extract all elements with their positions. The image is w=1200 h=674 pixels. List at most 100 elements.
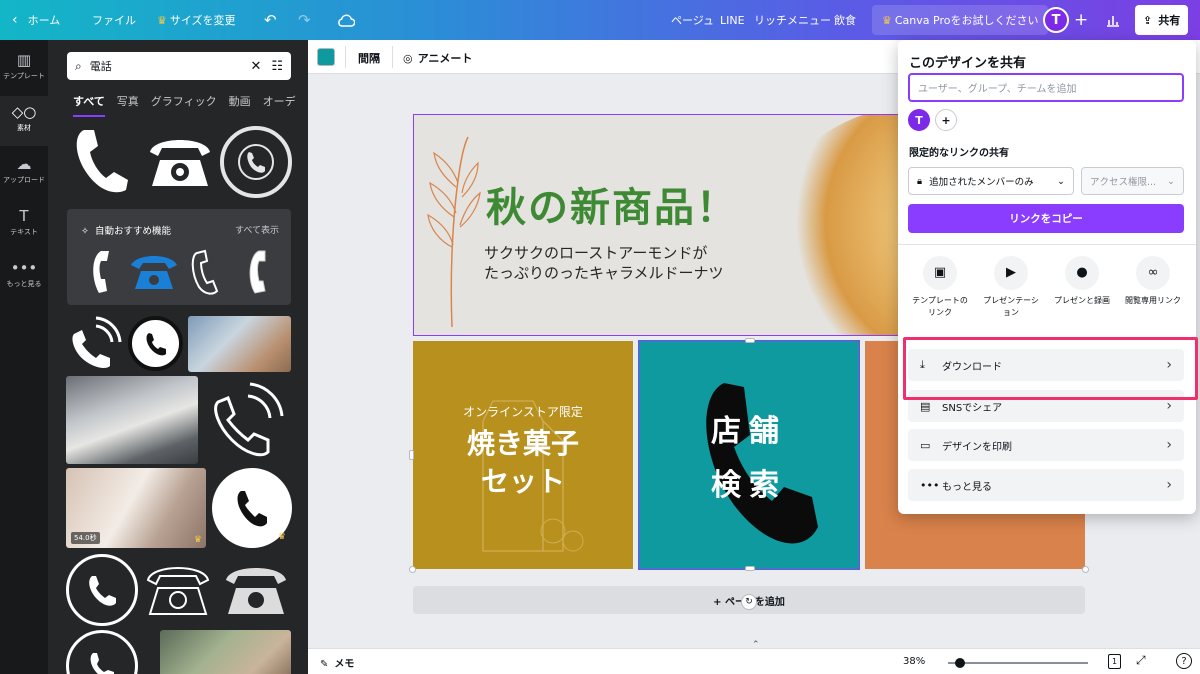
copy-link-button[interactable]: リンクをコピー xyxy=(908,204,1184,233)
rotate-icon[interactable]: ↻ xyxy=(741,594,757,610)
chevron-right-icon: › xyxy=(1166,477,1172,493)
toolbar-divider xyxy=(392,46,393,68)
file-menu-button[interactable]: ファイル xyxy=(92,0,136,40)
help-icon[interactable]: ? xyxy=(1176,653,1192,669)
photo-woman-calling[interactable] xyxy=(160,630,291,674)
undo-icon[interactable]: ↶ xyxy=(264,0,277,40)
graphic-phone-circle-partial[interactable] xyxy=(66,630,138,674)
toolbar-divider xyxy=(345,46,346,68)
title-rich-menu[interactable]: リッチメニュー xyxy=(754,0,831,40)
tile-sweets-set[interactable]: オンラインストア限定 焼き菓子 セット xyxy=(413,341,633,569)
chevron-right-icon: › xyxy=(1166,437,1172,453)
resize-handle[interactable] xyxy=(745,338,755,343)
add-collaborator-icon[interactable]: + xyxy=(935,109,957,131)
title-food[interactable]: 飲食 xyxy=(834,0,856,40)
access-level-select[interactable]: アクセス権限... ⌄ xyxy=(1081,167,1184,195)
insights-icon[interactable] xyxy=(1106,0,1120,40)
graphic-phone-circle-black[interactable] xyxy=(128,316,183,371)
headline-text[interactable]: 秋の新商品！ xyxy=(486,175,738,233)
share-option-view-link[interactable]: ∞ 閲覧専用リンク xyxy=(1117,256,1189,307)
tile-store-search[interactable]: 店舗 検索 xyxy=(638,340,860,570)
top-bar: ‹ ホーム ファイル ♛ サイズを変更 ↶ ↷ ページュ LINE リッチメニュ… xyxy=(0,0,1200,40)
tile-sweets-title[interactable]: 焼き菓子 セット xyxy=(413,425,633,501)
tab-audio[interactable]: オーデ xyxy=(263,93,296,117)
lock-icon: 🔒︎ xyxy=(917,175,923,187)
graphic-phone-handset[interactable] xyxy=(70,124,136,198)
filter-icon[interactable]: ☷ xyxy=(271,59,283,74)
share-button[interactable]: ⇪ 共有 xyxy=(1135,5,1189,35)
search-input[interactable]: ⌕ 電話 ✕ ☷ xyxy=(67,52,291,80)
search-icon: ⌕ xyxy=(75,58,82,73)
resize-handle[interactable] xyxy=(409,566,416,573)
link-scope-select[interactable]: 🔒︎ 追加されたメンバーのみ ⌄ xyxy=(908,167,1074,195)
zoom-slider-handle[interactable] xyxy=(954,658,965,668)
tab-video[interactable]: 動画 xyxy=(229,93,251,117)
zoom-level[interactable]: 38% xyxy=(903,656,925,667)
collaborator-avatar[interactable]: T xyxy=(908,109,930,131)
print-row[interactable]: ▭ デザインを印刷 › xyxy=(908,429,1184,461)
suggest-handset-side[interactable] xyxy=(243,249,267,298)
animate-button[interactable]: ◎ アニメート xyxy=(403,50,472,66)
more-icon: ••• xyxy=(10,259,38,277)
memo-button[interactable]: ✎ メモ xyxy=(320,655,354,670)
text-icon: T xyxy=(19,207,29,225)
crown-icon: ♛ xyxy=(882,13,892,27)
resize-handle[interactable] xyxy=(1082,566,1089,573)
add-people-input[interactable]: ユーザー、グループ、チームを追加 xyxy=(908,73,1184,102)
share-option-presentation[interactable]: ▶ プレゼンテーシ ョン xyxy=(975,256,1047,319)
graphic-phone-ringing[interactable] xyxy=(66,316,122,372)
user-avatar[interactable]: T xyxy=(1043,0,1069,40)
rail-templates[interactable]: ▥ テンプレート xyxy=(0,44,48,94)
graphic-rotary-phone[interactable] xyxy=(144,132,216,192)
color-swatch[interactable] xyxy=(317,48,335,66)
subheadline-text[interactable]: サクサクのローストアーモンドが たっぷりのったキャラメルドーナツ xyxy=(484,243,724,283)
video-duration: 54.0秒 xyxy=(71,532,100,544)
suggest-white-handset[interactable] xyxy=(87,249,113,298)
rail-elements[interactable]: ◇○ 素材 xyxy=(0,96,48,146)
graphic-phone-lines[interactable] xyxy=(204,378,290,464)
cloud-save-icon[interactable] xyxy=(337,0,355,40)
tab-photos[interactable]: 写真 xyxy=(117,93,139,117)
graphic-phone-solid-circle[interactable]: ♛ xyxy=(212,468,292,548)
zoom-slider-track[interactable] xyxy=(948,658,1088,668)
suggest-blue-phone[interactable] xyxy=(129,253,179,294)
try-pro-button[interactable]: ♛ Canva Proをお試しください xyxy=(872,5,1049,35)
clear-search-icon[interactable]: ✕ xyxy=(250,59,261,74)
chevron-left-icon: ‹ xyxy=(12,12,18,28)
tile-store-text[interactable]: 店舗 検索 xyxy=(711,405,787,513)
resize-handle[interactable] xyxy=(745,566,755,571)
share-option-template-link[interactable]: ▣ テンプレートの リンク xyxy=(904,256,976,319)
rail-uploads[interactable]: ☁ アップロード xyxy=(0,148,48,198)
graphic-phone-circle-outline[interactable] xyxy=(220,126,292,198)
notes-icon: ✎ xyxy=(320,659,329,670)
tab-all[interactable]: すべて xyxy=(73,93,105,117)
photo-desk-phone[interactable] xyxy=(66,376,198,464)
page-count-button[interactable]: 1 xyxy=(1108,654,1121,669)
template-link-icon: ▣ xyxy=(923,256,957,290)
title-line[interactable]: LINE xyxy=(720,0,745,40)
auto-suggest-title: ✧ 自動おすすめ機能 xyxy=(81,226,171,237)
suggest-outline-handset[interactable] xyxy=(189,249,219,300)
page-title-segment[interactable]: ページュ xyxy=(671,0,714,40)
resize-button[interactable]: ♛ サイズを変更 xyxy=(157,0,236,40)
tab-graphics[interactable]: グラフィック xyxy=(151,93,217,117)
tile-sweets-label[interactable]: オンラインストア限定 xyxy=(413,403,633,420)
elements-panel: ⌕ 電話 ✕ ☷ すべて 写真 グラフィック 動画 オーデ › ✧自動おすすめ機… xyxy=(48,40,308,674)
social-share-icon: ▤ xyxy=(920,399,931,413)
photo-phone-bokeh[interactable] xyxy=(188,316,291,372)
graphic-phone-ring-outline[interactable] xyxy=(66,554,138,626)
graphic-rotary-gray[interactable] xyxy=(220,560,292,620)
share-option-record[interactable]: ● プレゼンと録画 xyxy=(1046,256,1118,307)
graphic-rotary-outline[interactable] xyxy=(142,560,214,620)
resize-handle[interactable] xyxy=(409,450,414,460)
see-all-link[interactable]: すべて表示 xyxy=(235,223,279,236)
more-options-row[interactable]: ••• もっと見る › xyxy=(908,469,1184,501)
spacing-button[interactable]: 間隔 xyxy=(358,50,380,66)
rail-text[interactable]: T テキスト xyxy=(0,200,48,250)
video-woman-phone[interactable]: 54.0秒 ♛ xyxy=(66,468,206,548)
add-collaborator-icon[interactable]: + xyxy=(1074,0,1088,40)
fullscreen-icon[interactable]: ⤢ xyxy=(1136,653,1146,668)
rail-more[interactable]: ••• もっと見る xyxy=(0,252,48,302)
redo-icon[interactable]: ↷ xyxy=(298,0,311,40)
home-button[interactable]: ‹ ホーム xyxy=(12,0,60,40)
